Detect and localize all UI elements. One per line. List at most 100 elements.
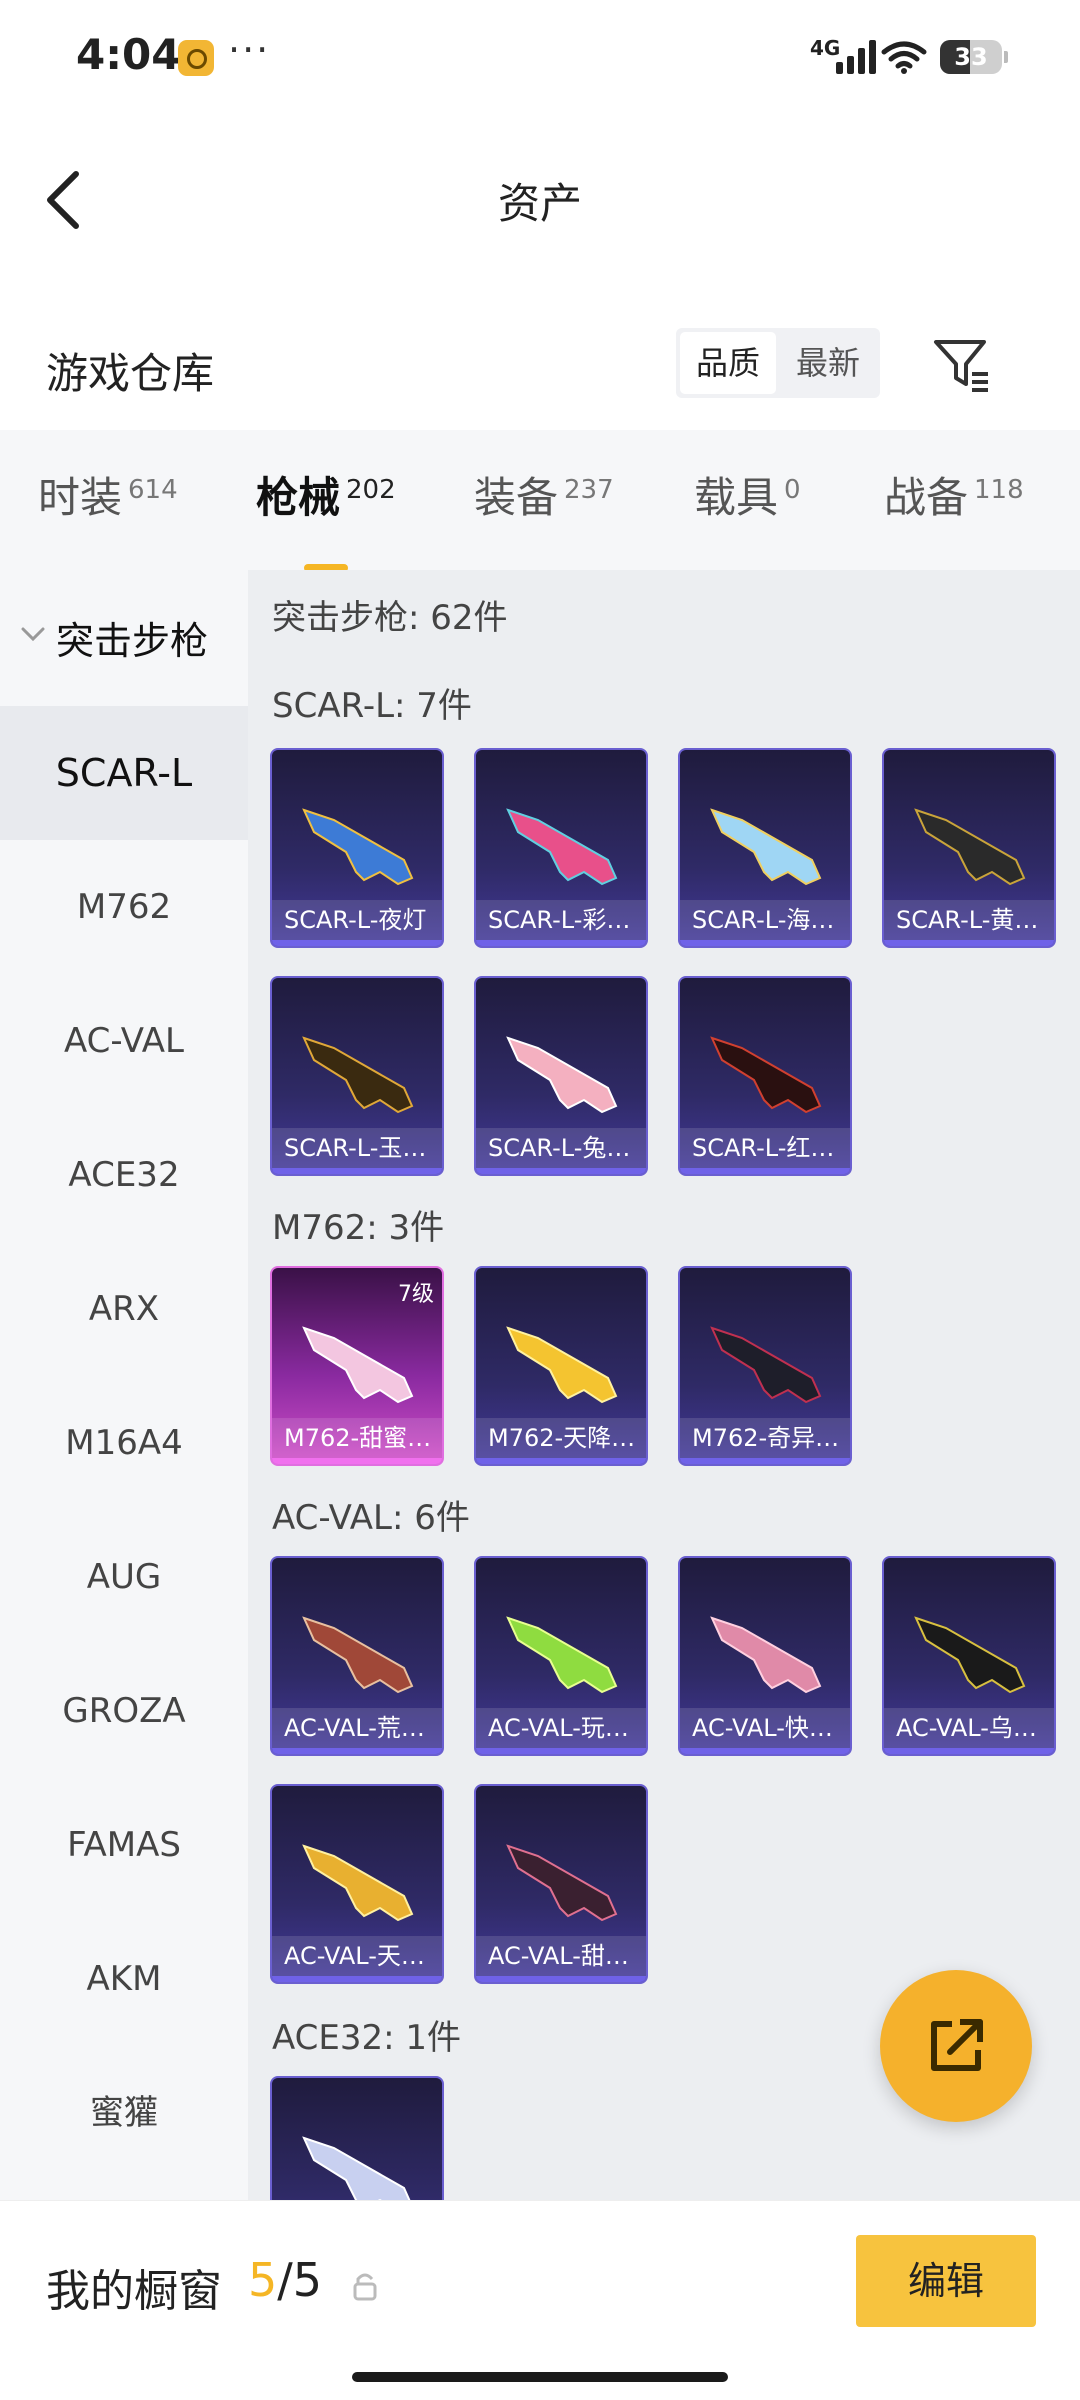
- battery-icon: 33: [940, 40, 1008, 74]
- group-title-ace32: ACE32: 1件: [272, 2018, 462, 2058]
- sidebar-group-assault-rifles[interactable]: 突击步枪: [0, 570, 248, 700]
- tab-count: 202: [346, 475, 396, 505]
- sidebar-item-aug[interactable]: AUG: [0, 1510, 248, 1644]
- group-title-ac-val: AC-VAL: 6件: [272, 1498, 470, 1538]
- weapon-name: SCAR-L-兔…: [476, 1128, 646, 1168]
- rifle-icon: [914, 808, 1026, 886]
- sort-toggle[interactable]: 品质 最新: [676, 328, 880, 398]
- sidebar-group-label: 突击步枪: [56, 619, 209, 663]
- weapon-card[interactable]: AC-VAL-乌…: [882, 1556, 1056, 1756]
- sidebar-item-honey-badger[interactable]: 蜜獾: [0, 2046, 248, 2180]
- filter-icon: [934, 340, 988, 392]
- status-time: 4:04: [76, 30, 181, 79]
- battery-level: 33: [954, 43, 988, 71]
- rifle-icon: [506, 808, 618, 886]
- edit-button[interactable]: 编辑: [856, 2235, 1036, 2327]
- weapon-name: M762-天降…: [476, 1418, 646, 1458]
- weapon-card[interactable]: SCAR-L-夜灯: [270, 748, 444, 948]
- weapon-card[interactable]: AC-VAL-荒…: [270, 1556, 444, 1756]
- showcase-label: 我的橱窗: [46, 2266, 222, 2317]
- level-badge: 7级: [398, 1282, 434, 1307]
- tab-count: 0: [784, 475, 801, 505]
- tab-fashion[interactable]: 时装 614: [38, 464, 178, 525]
- tab-count: 118: [974, 475, 1024, 505]
- rifle-icon: [506, 1616, 618, 1694]
- more-notifications-icon: ···: [228, 28, 271, 72]
- wifi-icon: [880, 40, 928, 74]
- sidebar-item-akm[interactable]: AKM: [0, 1912, 248, 2046]
- tab-label: 战备: [884, 473, 969, 522]
- sidebar-item-scar-l[interactable]: SCAR-L: [0, 706, 248, 840]
- page-title: 资产: [497, 179, 582, 228]
- weapon-card[interactable]: AC-VAL-甜…: [474, 1784, 648, 1984]
- tab-label: 枪械: [256, 473, 341, 522]
- rifle-icon: [302, 1844, 414, 1922]
- weapon-name: AC-VAL-甜…: [476, 1936, 646, 1976]
- weapon-name: SCAR-L-玉…: [272, 1128, 442, 1168]
- weapon-name: AC-VAL-天…: [272, 1936, 442, 1976]
- showcase-count: 5/5: [248, 2253, 322, 2307]
- weapon-name: SCAR-L-海…: [680, 900, 850, 940]
- tab-vehicles[interactable]: 载具 0: [694, 464, 801, 525]
- rifle-icon: [710, 1036, 822, 1114]
- weapon-card[interactable]: SCAR-L-彩…: [474, 748, 648, 948]
- lock-icon: [353, 2273, 377, 2301]
- chevron-down-icon: [21, 627, 45, 642]
- sidebar-item-m762[interactable]: M762: [0, 840, 248, 974]
- rifle-icon: [506, 1036, 618, 1114]
- top-nav: 资产: [0, 140, 1080, 260]
- weapon-card[interactable]: 7级 M762-甜蜜…: [270, 1266, 444, 1466]
- weapon-card[interactable]: AC-VAL-天…: [270, 1784, 444, 1984]
- sidebar-item-groza[interactable]: GROZA: [0, 1644, 248, 1778]
- sidebar-item-famas[interactable]: FAMAS: [0, 1778, 248, 1912]
- rifle-icon: [710, 1616, 822, 1694]
- weapon-card[interactable]: SCAR-L-海…: [678, 748, 852, 948]
- sidebar-item-m16a4[interactable]: M16A4: [0, 1376, 248, 1510]
- weapon-name: AC-VAL-快…: [680, 1708, 850, 1748]
- category-tabs: 时装 614 枪械 202 装备 237 载具 0 战备 118: [0, 430, 1080, 572]
- tab-count: 237: [564, 475, 614, 505]
- weapon-card[interactable]: SCAR-L-红…: [678, 976, 852, 1176]
- sidebar-item-arx[interactable]: ARX: [0, 1242, 248, 1376]
- rifle-icon: [302, 808, 414, 886]
- weapon-card[interactable]: AC-VAL-快…: [678, 1556, 852, 1756]
- weapon-card[interactable]: SCAR-L-黄…: [882, 748, 1056, 948]
- weapon-name: M762-甜蜜…: [272, 1418, 442, 1458]
- warehouse-header: 游戏仓库 品质 最新: [0, 310, 1080, 420]
- rifle-icon: [914, 1616, 1026, 1694]
- rifle-icon: [506, 1844, 618, 1922]
- weapon-card[interactable]: [270, 2076, 444, 2200]
- weapon-grid: 突击步枪: 62件 SCAR-L: 7件 SCAR-L-夜灯 SCAR-L-彩……: [248, 570, 1080, 2200]
- weapon-sidebar: 突击步枪 SCAR-L M762 AC-VAL ACE32 ARX M16A4 …: [0, 570, 248, 2200]
- sort-latest-option[interactable]: 最新: [780, 332, 876, 394]
- rifle-icon: [302, 1616, 414, 1694]
- weapon-name: SCAR-L-彩…: [476, 900, 646, 940]
- share-button[interactable]: [880, 1970, 1032, 2122]
- signal-icon: [836, 40, 880, 74]
- weapon-card[interactable]: SCAR-L-玉…: [270, 976, 444, 1176]
- weapon-card[interactable]: M762-天降…: [474, 1266, 648, 1466]
- rifle-icon: [710, 808, 822, 886]
- rifle-icon: [302, 1326, 414, 1404]
- rifle-icon: [302, 1036, 414, 1114]
- home-indicator[interactable]: [352, 2372, 728, 2382]
- filter-button[interactable]: [930, 328, 994, 398]
- tab-supplies[interactable]: 战备 118: [884, 464, 1024, 525]
- tab-count: 614: [128, 475, 178, 505]
- status-bar: 4:04 ··· 4G 33: [0, 0, 1080, 120]
- weapon-name: AC-VAL-荒…: [272, 1708, 442, 1748]
- sidebar-item-ace32[interactable]: ACE32: [0, 1108, 248, 1242]
- tab-weapons[interactable]: 枪械 202: [256, 464, 396, 572]
- weapon-card[interactable]: AC-VAL-玩…: [474, 1556, 648, 1756]
- weapon-card[interactable]: M762-奇异…: [678, 1266, 852, 1466]
- weapon-name: AC-VAL-乌…: [884, 1708, 1054, 1748]
- sort-quality-option[interactable]: 品质: [680, 332, 776, 394]
- weapon-card[interactable]: SCAR-L-兔…: [474, 976, 648, 1176]
- showcase-total: /5: [277, 2253, 323, 2307]
- rifle-icon: [506, 1326, 618, 1404]
- section-title: 游戏仓库: [46, 349, 215, 398]
- sidebar-item-ac-val[interactable]: AC-VAL: [0, 974, 248, 1108]
- tab-label: 载具: [694, 473, 779, 522]
- tab-equipment[interactable]: 装备 237: [474, 464, 614, 525]
- share-external-icon: [931, 2019, 983, 2071]
